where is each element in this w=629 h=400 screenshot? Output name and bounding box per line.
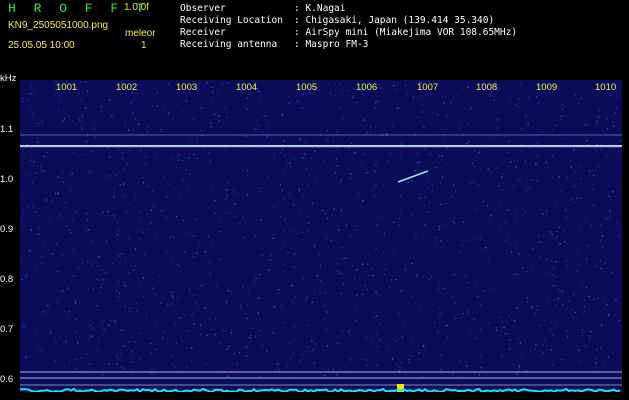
x-tick-1006: 1006 [356, 82, 378, 93]
info-row-observer: Observer: K.Nagai [180, 3, 346, 14]
x-tick-1002: 1002 [116, 82, 138, 93]
waterfall-plot: kHz 1001 1002 1003 1004 1005 1006 1007 1… [0, 73, 629, 400]
waterfall-canvas[interactable] [20, 80, 622, 392]
version-label: 1.0.0f [124, 2, 150, 13]
x-tick-1008: 1008 [476, 82, 498, 93]
info-row-antenna: Receiving antenna: Maspro FM-3 [180, 39, 369, 50]
spectrum-trace [20, 387, 621, 392]
meleor-count: 1 [141, 40, 147, 51]
x-tick-1007: 1007 [417, 82, 439, 93]
info-row-receiver: Receiver: AirSpy mini (Miakejima VOR 108… [180, 27, 518, 38]
x-tick-1004: 1004 [236, 82, 258, 93]
x-tick-1003: 1003 [176, 82, 198, 93]
x-tick-1005: 1005 [296, 82, 318, 93]
info-row-location: Receiving Location: Chigasaki, Japan (13… [180, 15, 495, 26]
y-tick-0.9: 0.9 [0, 224, 14, 235]
meleor-label: meleor [125, 28, 156, 39]
x-tick-1009: 1009 [536, 82, 558, 93]
unit-label: kHz [0, 73, 17, 84]
y-tick-0.8: 0.8 [0, 274, 14, 285]
noise-layer [20, 80, 622, 378]
y-tick-1.0: 1.0 [0, 174, 14, 185]
y-tick-0.7: 0.7 [0, 324, 14, 335]
waterfall-svg [20, 80, 622, 392]
station-info: Observer: K.Nagai Receiving Location: Ch… [180, 3, 517, 51]
x-tick-1010: 1010 [595, 82, 617, 93]
header-panel: H R O F F T 1.0.0f KN9_2505051000.png 25… [0, 0, 629, 80]
filename-label: KN9_2505051000.png [8, 20, 109, 31]
y-tick-0.6: 0.6 [0, 374, 14, 385]
datetime-label: 25.05.05 10:00 [8, 40, 75, 51]
y-tick-1.1: 1.1 [0, 124, 14, 135]
x-tick-1001: 1001 [56, 82, 78, 93]
